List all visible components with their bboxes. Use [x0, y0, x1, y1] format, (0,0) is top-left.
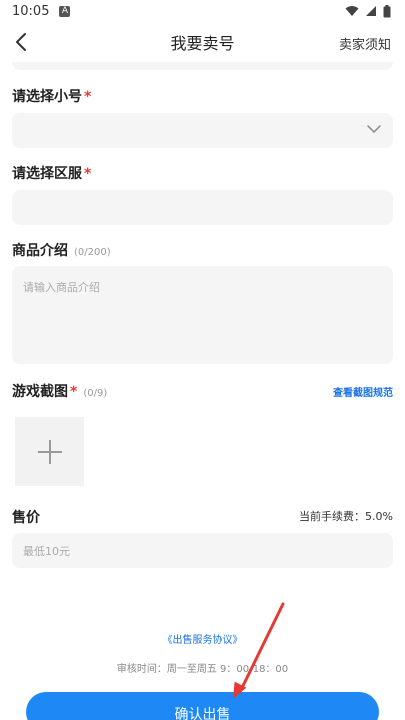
description-input[interactable]: 请输入商品介绍	[12, 266, 393, 364]
required-mark: *	[70, 384, 78, 400]
section-divider	[12, 62, 393, 70]
confirm-sell-button[interactable]: 确认出售	[26, 692, 379, 720]
description-placeholder: 请输入商品介绍	[23, 281, 100, 294]
status-icons	[345, 4, 391, 18]
signal-icon	[366, 6, 376, 16]
add-screenshot-button[interactable]	[15, 417, 84, 486]
description-label: 商品介绍	[12, 243, 68, 259]
nav-bar: 我要卖号 卖家须知	[0, 22, 405, 62]
screenshot-spec-link[interactable]: 查看截图规范	[333, 384, 393, 399]
battery-icon	[383, 4, 391, 17]
wifi-icon	[345, 6, 359, 16]
back-button[interactable]	[10, 30, 32, 54]
required-mark: *	[84, 89, 92, 105]
price-label: 售价	[12, 510, 40, 526]
audit-time-text: 审核时间：周一至周五 9：00-18：00	[116, 664, 289, 675]
page-title: 我要卖号	[170, 34, 235, 53]
price-input[interactable]: 最低10元	[12, 533, 393, 568]
status-left: 10:05 A	[12, 3, 71, 19]
confirm-sell-label: 确认出售	[174, 707, 231, 720]
account-select[interactable]	[12, 113, 393, 148]
account-label-row: 请选择小号 *	[12, 86, 91, 106]
screenshots-label-row: 游戏截图 * (0/9)	[12, 381, 107, 401]
server-field[interactable]	[12, 190, 393, 225]
price-label-row: 售价	[12, 507, 40, 527]
required-mark: *	[84, 166, 92, 182]
server-label-row: 请选择区服 *	[12, 163, 91, 183]
chevron-left-icon	[16, 33, 26, 51]
notification-badge: A	[59, 5, 71, 17]
seller-notice-link[interactable]: 卖家须知	[339, 34, 391, 53]
price-placeholder: 最低10元	[23, 545, 70, 558]
service-fee-text: 当前手续费：5.0%	[299, 510, 393, 523]
chevron-down-icon	[367, 125, 381, 133]
status-bar: 10:05 A	[0, 0, 405, 22]
account-label: 请选择小号	[12, 89, 82, 105]
service-agreement-link[interactable]: 《出售服务协议》	[0, 631, 405, 646]
status-time: 10:05	[12, 3, 50, 19]
screenshots-label: 游戏截图	[12, 384, 68, 400]
description-label-row: 商品介绍 (0/200)	[12, 240, 111, 260]
plus-icon	[37, 439, 62, 464]
description-counter: (0/200)	[74, 247, 111, 258]
screenshots-counter: (0/9)	[83, 388, 108, 399]
server-label: 请选择区服	[12, 166, 82, 182]
